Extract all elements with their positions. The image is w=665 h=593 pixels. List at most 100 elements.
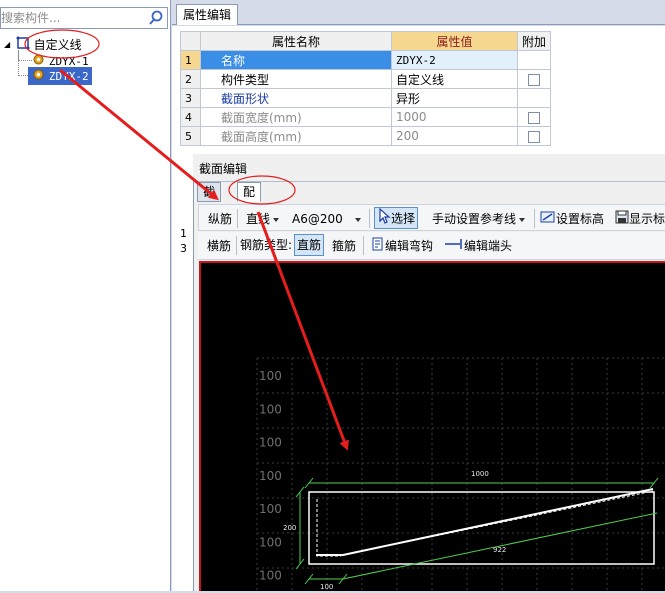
component-tree-panel [0,0,171,591]
property-tabbar [172,0,665,25]
grid-labels: 100100100100100100100100 [259,369,282,583]
hook-edit-icon [371,234,385,260]
grid-lines [256,357,665,593]
search-box [0,7,168,29]
tab-rebar[interactable]: 配筋 [237,182,262,218]
toolbar-divider [534,209,535,228]
table-row[interactable]: 4 截面宽度(mm) 1000 [180,107,552,127]
set-elevation-label: 设置标高 [556,212,605,226]
extra-cell [516,88,552,108]
table-row[interactable]: 2 构件类型 自定义线 [180,69,552,89]
row-number: 4 [180,107,201,127]
property-name: 截面宽度(mm) [200,107,392,127]
edit-end-button[interactable]: 编辑端头 [441,232,515,258]
rebar-straight-line [316,488,654,556]
row-number: 3 [180,88,201,108]
row-number: 5 [180,126,201,146]
row-number: 2 [180,69,201,89]
chevron-down-icon [354,217,361,222]
end-arrow-icon [444,234,464,260]
property-name: 构件类型 [200,69,392,89]
property-value[interactable]: 1000 [391,107,518,127]
rebar-spec-dropdown[interactable]: A6@200 [289,205,364,231]
grid-label: 100 [259,369,282,383]
rebar-toolbar-2: 横筋 钢筋类型: 直筋 箍筋 编辑弯钩 编辑端头 [198,232,665,260]
toolbar-divider [363,236,364,255]
property-value[interactable]: ZDYX-2 [391,50,518,70]
grid-label: 100 [259,569,282,583]
header-extra: 附加 [516,31,552,51]
component-gear-icon [32,68,45,86]
attach-checkbox[interactable] [528,73,540,86]
table-row[interactable]: 3 截面形状 异形 [180,88,552,108]
property-name: 截面高度(mm) [200,126,392,146]
section-drawing-canvas[interactable]: 100100100100100100100100 1000 200 100 92… [199,261,665,593]
property-value[interactable]: 自定义线 [391,69,518,89]
edit-bend-button[interactable]: 编辑弯钩 [368,232,436,258]
show-label: 显示标 [629,212,665,226]
rebar-dashed-path [316,499,341,557]
transverse-rebar-button[interactable]: 横筋 [204,232,234,258]
tab-property-edit[interactable]: 属性编辑 [176,4,239,25]
property-value[interactable]: 异形 [391,88,518,108]
toolbar-divider [236,236,237,255]
cursor-icon [377,207,391,230]
table-row[interactable]: 1 名称 ZDYX-2 [180,50,552,70]
dimension-top-label: 1000 [471,470,489,478]
section-drawing[interactable]: 100100100100100100100100 1000 200 100 92… [201,263,665,593]
dimension-bottom-label: 100 [320,583,333,591]
row-number: 3 [180,242,187,255]
section-editor-title: 截面编辑 [193,154,665,182]
stirrup-button[interactable]: 箍筋 [329,232,359,258]
corner-cell [180,31,201,51]
rebar-type-label: 钢筋类型: [240,238,293,252]
line-type-value: 直线 [246,212,271,226]
chevron-down-icon [273,217,280,222]
select-label: 选择 [391,211,416,226]
toolbar-divider [369,209,370,228]
search-icon[interactable] [147,9,165,27]
search-input[interactable] [1,8,145,28]
select-button[interactable]: 选择 [374,207,419,230]
chevron-down-icon [519,217,526,222]
property-value[interactable]: 200 [391,126,518,146]
elevation-icon [540,207,556,233]
property-grid: 属性名称 属性值 附加 1 名称 ZDYX-2 2 构件类型 自定义线 3 截面… [180,31,552,146]
straight-rebar-button[interactable]: 直筋 [294,234,325,256]
grid-header: 属性名称 属性值 附加 [180,31,552,51]
property-name: 名称 [200,50,392,70]
expand-icon[interactable]: ◢ [4,36,12,54]
save-icon [615,207,629,233]
extra-cell [516,50,552,70]
dimension-diagonal-label: 922 [493,546,506,554]
grid-label: 100 [259,436,282,450]
tree-item-zdyx-2[interactable]: ZDYX-2 [28,67,92,85]
partial-row-numbers: 1 3 [180,227,194,257]
custom-line-icon [16,36,30,55]
section-outline [308,491,655,565]
tree-item-label: 自定义线 [33,38,82,52]
line-type-dropdown[interactable]: 直线 [243,205,282,231]
grid-label: 100 [259,535,282,549]
row-number: 1 [180,227,187,240]
tree-item-label: ZDYX-2 [48,70,89,83]
edit-bend-label: 编辑弯钩 [385,239,434,253]
property-name: 截面形状 [200,88,392,108]
extra-cell [516,107,552,127]
table-row[interactable]: 5 截面高度(mm) 200 [180,126,552,146]
set-elevation-button[interactable]: 设置标高 [537,205,607,231]
row-number: 1 [180,50,201,70]
attach-checkbox[interactable] [528,130,540,143]
manual-ref-label: 手动设置参考线 [432,212,517,226]
tab-section[interactable]: 截面 [197,182,222,218]
grid-label: 100 [259,402,282,416]
attach-checkbox[interactable] [528,111,540,124]
toolbar-divider [237,209,238,228]
rebar-toolbar-1: 纵筋 直线 A6@200 选择 手动设置参考线 设置标高 显示标 [198,204,665,231]
manual-reference-line-dropdown[interactable]: 手动设置参考线 [429,205,528,231]
grid-label: 100 [259,502,282,516]
longitudinal-rebar-button[interactable]: 纵筋 [205,205,235,231]
show-button[interactable]: 显示标 [612,205,665,231]
header-name: 属性名称 [200,31,392,51]
extra-cell [516,69,552,89]
